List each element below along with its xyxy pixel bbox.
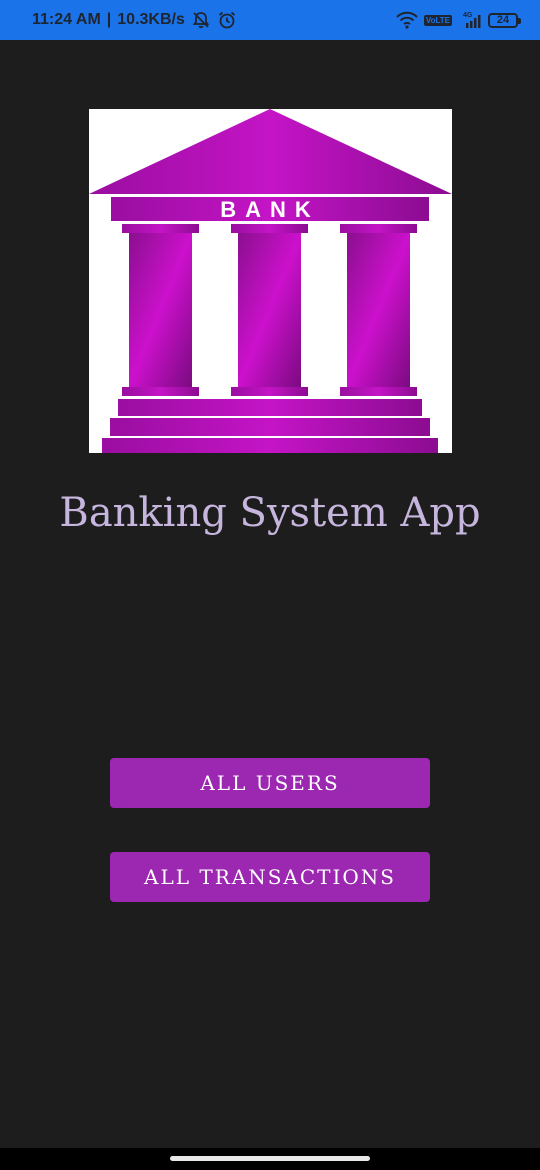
svg-text:4G: 4G (463, 12, 473, 19)
mute-notifications-icon (191, 10, 211, 30)
navigation-bar (0, 1148, 540, 1170)
bank-sign-text: BANK (220, 197, 320, 222)
status-bar: 11:24 AM | 10.3KB/s VoLTE 4G 24 (0, 0, 540, 40)
network-speed: 10.3KB/s (117, 11, 185, 28)
wifi-icon (396, 11, 418, 29)
status-right: VoLTE 4G 24 (396, 11, 521, 29)
alarm-icon (217, 10, 237, 30)
battery-icon: 24 (488, 12, 521, 28)
app-screen: 11:24 AM | 10.3KB/s VoLTE 4G 24 BANK Ban… (0, 0, 540, 1170)
all-users-button[interactable]: ALL USERS (110, 758, 430, 808)
status-time: 11:24 AM (32, 11, 101, 28)
home-indicator[interactable] (170, 1156, 370, 1161)
volte-icon: VoLTE (423, 14, 452, 26)
signal-icon: 4G (458, 11, 482, 29)
all-transactions-button[interactable]: ALL TRANSACTIONS (110, 852, 430, 902)
bank-columns (122, 224, 417, 396)
bank-roof (89, 109, 452, 194)
status-separator: | (106, 11, 112, 28)
bank-logo: BANK (89, 109, 452, 453)
bank-sign: BANK (111, 197, 429, 222)
bank-steps (102, 399, 438, 453)
app-title: Banking System App (59, 490, 481, 536)
status-left: 11:24 AM | 10.3KB/s (32, 10, 237, 30)
